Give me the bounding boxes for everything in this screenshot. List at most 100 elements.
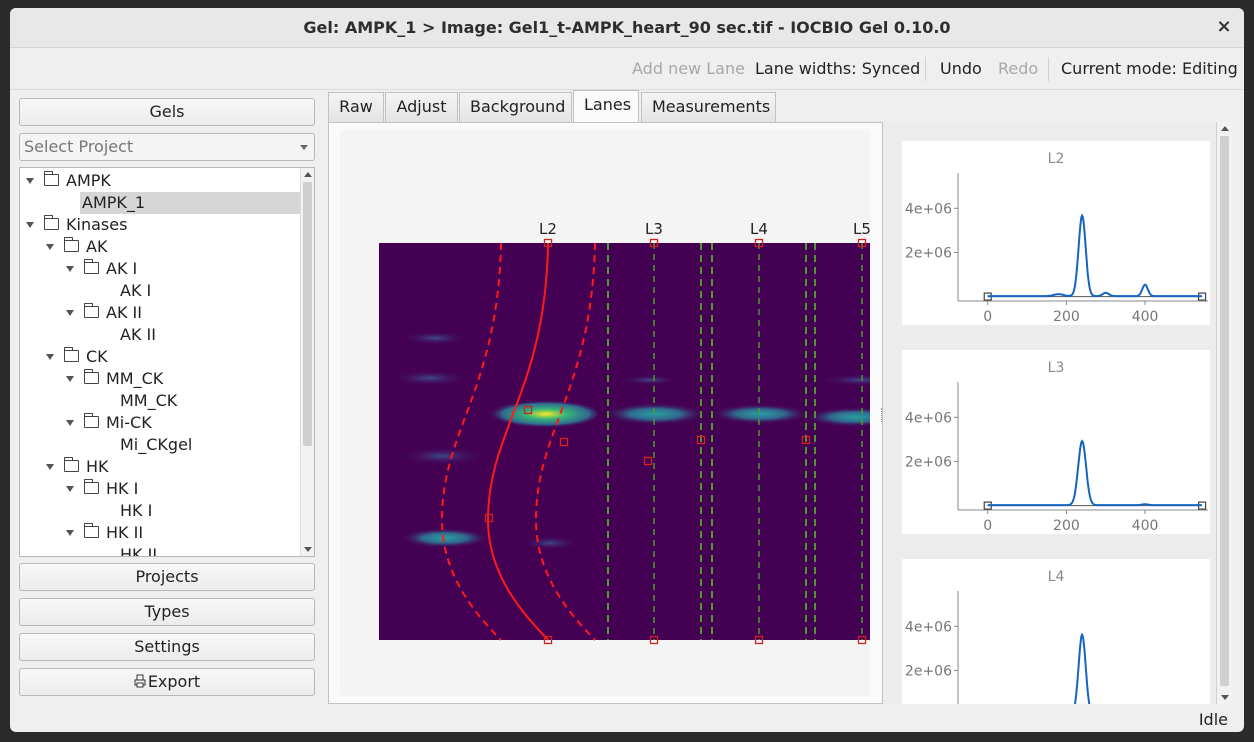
- gel-band: [620, 375, 680, 385]
- gels-button[interactable]: Gels: [19, 98, 315, 126]
- chevron-down-icon[interactable]: [66, 266, 74, 272]
- project-select-label: Select Project: [24, 137, 134, 156]
- folder-icon: [63, 457, 79, 472]
- tab-background[interactable]: Background: [459, 92, 572, 122]
- gel-band: [390, 370, 470, 386]
- tree-item-label: Kinases: [66, 215, 128, 234]
- chevron-down-icon[interactable]: [26, 222, 34, 228]
- chevron-down-icon[interactable]: [46, 354, 54, 360]
- gel-canvas[interactable]: L2 L3 L4 L5: [340, 130, 878, 696]
- tab-measurements[interactable]: Measurements: [641, 92, 776, 122]
- chevron-down-icon[interactable]: [46, 244, 54, 250]
- chevron-down-icon[interactable]: [66, 530, 74, 536]
- scroll-up-icon[interactable]: [1221, 126, 1229, 131]
- tree-item-label: MM_CK: [120, 391, 178, 410]
- y-tick-label: 4e+06: [905, 410, 952, 426]
- add-lane-button[interactable]: Add new Lane: [632, 59, 745, 78]
- tree-item-label: AMPK: [66, 171, 111, 190]
- x-tick-label: 200: [1053, 518, 1080, 534]
- tree-item[interactable]: HK I: [20, 478, 302, 500]
- tree-item[interactable]: AK II: [20, 302, 302, 324]
- tree-item-label: HK II: [120, 545, 158, 557]
- folder-icon: [63, 347, 79, 362]
- tree-item[interactable]: HK I: [20, 500, 302, 522]
- project-select[interactable]: Select Project: [19, 133, 315, 161]
- profile-chart: L4 2e+06 4e+06: [905, 569, 1091, 704]
- tree-item[interactable]: MM_CK: [20, 390, 302, 412]
- tree-item[interactable]: Kinases: [20, 214, 302, 236]
- gel-image[interactable]: L2 L3 L4 L5: [340, 130, 878, 696]
- y-tick-label: 4e+06: [905, 201, 952, 217]
- undo-button[interactable]: Undo: [940, 59, 982, 78]
- types-button[interactable]: Types: [19, 598, 315, 626]
- scroll-thumb[interactable]: [1220, 136, 1229, 686]
- tree-item-label: Mi_CKgel: [120, 435, 193, 454]
- folder-icon: [43, 215, 59, 230]
- gel-band: [520, 536, 580, 550]
- plot-title: L3: [1048, 360, 1065, 376]
- gel-band: [603, 403, 707, 425]
- profiles-scrollbar[interactable]: [1216, 122, 1232, 704]
- tree-item-label: HK II: [106, 523, 144, 542]
- folder-icon: [43, 171, 59, 186]
- profile-chart: L3 2e+06 4e+06 0 200 400: [905, 360, 1208, 534]
- chevron-down-icon[interactable]: [66, 310, 74, 316]
- scroll-down-icon[interactable]: [1221, 695, 1229, 700]
- tree-item[interactable]: Mi_CKgel: [20, 434, 302, 456]
- tree-item-label: AK II: [106, 303, 142, 322]
- export-button[interactable]: Export: [19, 668, 315, 696]
- projects-button[interactable]: Projects: [19, 563, 315, 591]
- scroll-down-icon[interactable]: [304, 547, 312, 552]
- profile-chart: L2 2e+06 4e+06 0 200 400: [905, 151, 1208, 325]
- tree-item-label: HK I: [106, 479, 139, 498]
- tree-item[interactable]: HK II: [20, 544, 302, 557]
- y-tick-label: 2e+06: [905, 454, 952, 470]
- tree-scrollbar[interactable]: [300, 168, 314, 556]
- mode-button[interactable]: Current mode: Editing: [1061, 59, 1238, 78]
- lane-profile-plot: L4 2e+06 4e+06: [902, 559, 1210, 704]
- gel-band: [397, 447, 487, 465]
- tree-item[interactable]: HK II: [20, 522, 302, 544]
- chevron-down-icon[interactable]: [66, 376, 74, 382]
- lane-label: L4: [750, 220, 768, 238]
- tree-item[interactable]: AK II: [20, 324, 302, 346]
- redo-button[interactable]: Redo: [998, 59, 1038, 78]
- tab-adjust[interactable]: Adjust: [385, 92, 458, 122]
- chevron-down-icon[interactable]: [66, 486, 74, 492]
- tree-item[interactable]: Mi-CK: [20, 412, 302, 434]
- lane-label: L5: [853, 220, 870, 238]
- gel-tree[interactable]: HK II HK II HK I HK I HK Mi_CKgel Mi-CK MM_CK MM…: [19, 167, 315, 557]
- tree-item[interactable]: MM_CK: [20, 368, 302, 390]
- folder-icon: [83, 303, 99, 318]
- tab-raw[interactable]: Raw: [328, 92, 384, 122]
- tab-lanes[interactable]: Lanes: [573, 90, 639, 123]
- folder-icon: [83, 259, 99, 274]
- chevron-down-icon[interactable]: [66, 420, 74, 426]
- tree-item-label: AK II: [120, 325, 156, 344]
- scroll-up-icon[interactable]: [304, 172, 312, 177]
- profiles-panel[interactable]: L2 2e+06 4e+06 0 200 400 L3 2e+06 4e+06 0 200 400 …: [882, 122, 1232, 704]
- y-tick-label: 2e+06: [905, 663, 952, 679]
- tree-item[interactable]: AMPK_1: [80, 192, 302, 214]
- tree-item[interactable]: AK: [20, 236, 302, 258]
- tree-item[interactable]: CK: [20, 346, 302, 368]
- settings-button[interactable]: Settings: [19, 633, 315, 661]
- tree-item-label: AK I: [120, 281, 152, 300]
- tree-item-label: AK I: [106, 259, 138, 278]
- chevron-down-icon[interactable]: [26, 178, 34, 184]
- chevron-down-icon[interactable]: [46, 464, 54, 470]
- lane-widths-button[interactable]: Lane widths: Synced: [755, 59, 920, 78]
- tree-item[interactable]: AMPK: [20, 170, 302, 192]
- scroll-thumb[interactable]: [303, 182, 312, 446]
- tree-item[interactable]: AK I: [20, 280, 302, 302]
- gel-band: [400, 528, 490, 548]
- folder-icon: [83, 479, 99, 494]
- tree-item-label: AK: [86, 237, 108, 256]
- lane-label: L3: [645, 220, 663, 238]
- dropdown-arrow-icon: [300, 145, 308, 150]
- close-icon[interactable]: ×: [1214, 16, 1234, 38]
- folder-icon: [83, 369, 99, 384]
- tree-item[interactable]: HK: [20, 456, 302, 478]
- folder-icon: [83, 523, 99, 538]
- tree-item[interactable]: AK I: [20, 258, 302, 280]
